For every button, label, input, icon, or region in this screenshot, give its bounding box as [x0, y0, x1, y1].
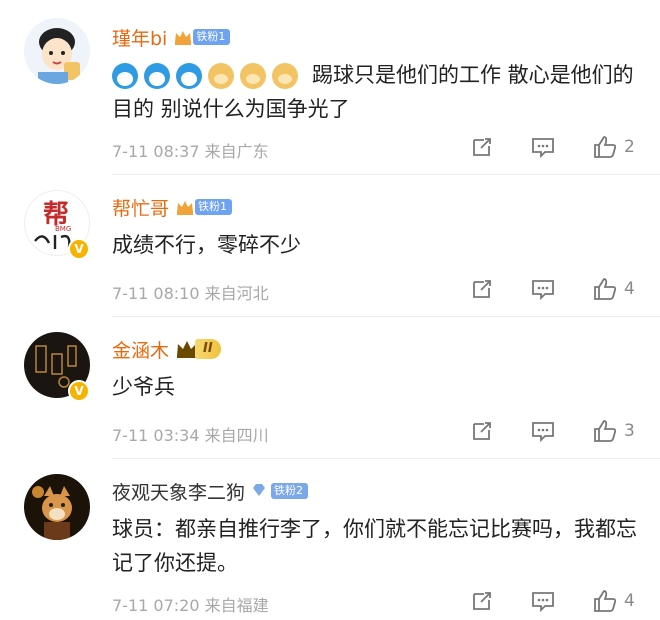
doraemon-emoji-icon	[112, 63, 138, 89]
username[interactable]: 帮忙哥	[112, 194, 169, 221]
repost-icon	[473, 138, 491, 156]
doraemon-emoji-icon	[144, 63, 170, 89]
dog-avatar-icon	[24, 474, 90, 540]
like-button[interactable]: 4	[592, 276, 636, 302]
name-row: 帮忙哥 铁粉1	[112, 192, 233, 222]
thumbs-up-icon	[594, 278, 617, 300]
reply-button[interactable]	[530, 589, 556, 613]
vip-badge: II	[175, 338, 221, 360]
emoji-row	[112, 63, 304, 89]
divider	[112, 458, 660, 459]
comment-icon	[532, 280, 554, 301]
comment-actions: 2	[434, 134, 636, 160]
fan-badge-label: 铁粉1	[195, 199, 233, 215]
comment-meta: 7-11 08:37 来自广东	[112, 142, 269, 161]
like-button[interactable]: 2	[592, 134, 636, 160]
comment-meta: 7-11 08:10 来自河北	[112, 284, 269, 303]
username[interactable]: 瑾年bi	[112, 24, 167, 51]
verified-badge-icon: V	[68, 380, 90, 402]
thumbs-up-icon	[594, 136, 617, 158]
name-row: 金涵木 II	[112, 334, 221, 364]
doge-emoji-icon	[272, 63, 298, 89]
repost-button[interactable]	[470, 589, 494, 613]
thumbs-up-icon	[594, 590, 617, 612]
fan-badge-label: 铁粉1	[193, 29, 231, 45]
divider	[112, 316, 660, 317]
repost-icon	[473, 592, 491, 610]
like-button[interactable]: 3	[592, 418, 636, 444]
name-row: 夜观天象李二狗 铁粉2	[112, 476, 309, 506]
comment-meta: 7-11 03:34 来自四川	[112, 426, 269, 445]
vip-level: II	[195, 339, 221, 359]
reply-button[interactable]	[530, 135, 556, 159]
name-row: 瑾年bi 铁粉1	[112, 22, 231, 52]
comment-actions: 4	[434, 588, 636, 614]
repost-button[interactable]	[470, 135, 494, 159]
repost-icon	[473, 422, 491, 440]
fan-badge-label: 铁粉2	[271, 483, 309, 499]
doge-emoji-icon	[208, 63, 234, 89]
like-count: 4	[624, 279, 635, 299]
username[interactable]: 夜观天象李二狗	[112, 478, 245, 505]
fan-badge: 铁粉1	[173, 28, 231, 46]
like-count: 3	[624, 421, 635, 441]
like-button[interactable]: 4	[592, 588, 636, 614]
svg-text:BMG: BMG	[55, 225, 71, 233]
comment-text: 踢球只是他们的工作 散心是他们的目的 别说什么为国争光了	[112, 58, 642, 126]
cartoon-avatar-icon	[24, 18, 90, 84]
repost-button[interactable]	[470, 277, 494, 301]
like-count: 2	[624, 137, 635, 157]
comment-actions: 4	[434, 276, 636, 302]
comment-icon	[532, 138, 554, 159]
fan-badge: 铁粉2	[251, 482, 309, 500]
crown-icon	[173, 28, 193, 46]
comment-meta: 7-11 07:20 来自福建	[112, 596, 269, 615]
like-count: 4	[624, 591, 635, 611]
reply-button[interactable]	[530, 277, 556, 301]
comment-text: 少爷兵	[112, 375, 175, 399]
fan-badge: 铁粉1	[175, 198, 233, 216]
comment-text: 成绩不行，零碎不少	[112, 233, 301, 257]
thumbs-up-icon	[594, 420, 617, 442]
avatar[interactable]	[24, 474, 90, 540]
avatar[interactable]	[24, 18, 90, 84]
comment-actions: 3	[434, 418, 636, 444]
divider	[112, 174, 660, 175]
repost-button[interactable]	[470, 419, 494, 443]
repost-icon	[473, 280, 491, 298]
comment-icon	[532, 422, 554, 443]
comment-icon	[532, 592, 554, 613]
username[interactable]: 金涵木	[112, 336, 169, 363]
doge-emoji-icon	[240, 63, 266, 89]
reply-button[interactable]	[530, 419, 556, 443]
verified-badge-icon: V	[68, 238, 90, 260]
comment-text: 球员：都亲自推行李了，你们就不能忘记比赛吗，我都忘记了你还提。	[112, 517, 637, 575]
doraemon-emoji-icon	[176, 63, 202, 89]
diamond-icon	[251, 482, 271, 500]
crown-icon	[175, 198, 195, 216]
